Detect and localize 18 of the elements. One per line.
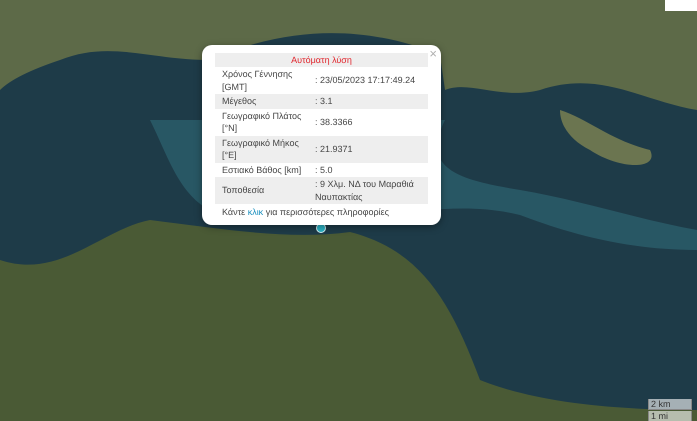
row-label: Γεωγραφικό Πλάτος [°N] [222, 110, 302, 134]
row-label: Τοποθεσία [222, 184, 266, 197]
popup-title: Αυτόματη λύση [215, 53, 428, 67]
row-value: : 38.3366 [315, 116, 354, 128]
more-info-text: Κάντε κλικ για περισσότερες πληροφορίες [221, 206, 390, 217]
row-label: Γεωγραφικό Μήκος [°E] [222, 136, 300, 162]
click-link[interactable]: κλικ [248, 207, 264, 217]
row-label: Χρόνος Γέννησης [GMT] [222, 68, 294, 93]
close-button[interactable]: × [429, 47, 437, 61]
row-value: : 21.9371 [315, 142, 354, 156]
row-label: Μέγεθος [222, 95, 258, 108]
row-value: : 23/05/2023 17:17:49.24 [315, 74, 416, 87]
row-label: Εστιακό Βάθος [km] [222, 164, 302, 176]
scale-bar: 2 km [648, 399, 692, 410]
row-value: : 9 Χλμ. ΝΔ του Μαραθιά Ναυπακτίας [315, 178, 415, 203]
scale-bar: 1 mi [648, 411, 692, 421]
row-value: : 5.0 [315, 164, 334, 176]
row-value: : 3.1 [315, 95, 334, 108]
